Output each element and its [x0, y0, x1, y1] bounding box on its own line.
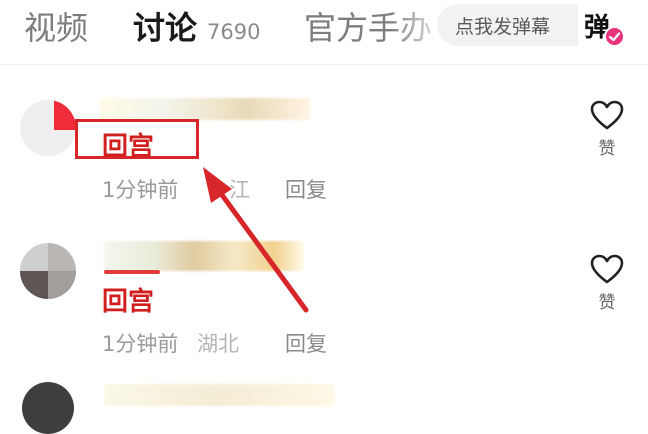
annotation-arrow: [203, 167, 309, 313]
